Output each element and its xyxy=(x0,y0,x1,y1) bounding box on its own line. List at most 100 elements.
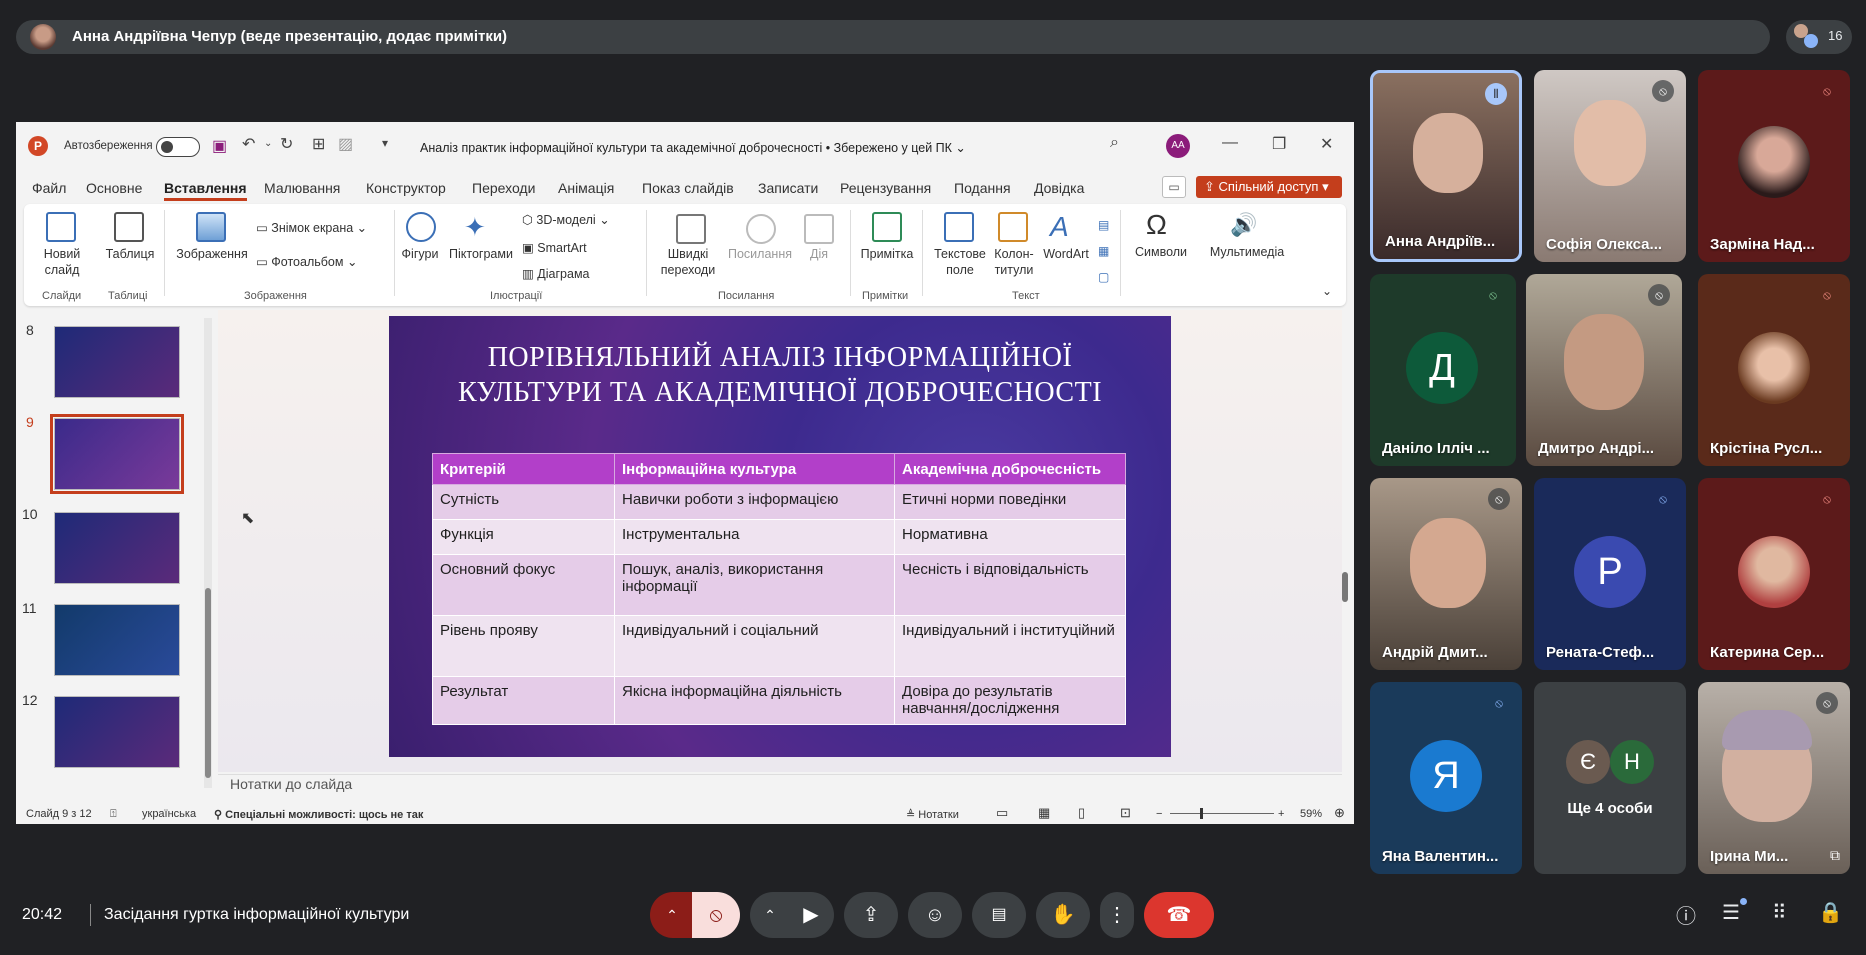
participant-tile[interactable]: ⦀ Анна Андріїв... xyxy=(1370,70,1522,262)
action-button[interactable]: Дія xyxy=(800,246,838,262)
raise-hand-icon[interactable]: ✋ xyxy=(1036,892,1090,938)
tab-insert[interactable]: Вставлення xyxy=(164,180,247,201)
normal-view-icon[interactable]: ▭ xyxy=(996,805,1008,821)
participant-tile[interactable]: Я ⦸ Яна Валентин... xyxy=(1370,682,1522,874)
tab-file[interactable]: Файл xyxy=(32,180,66,196)
participant-tile[interactable]: Д ⦸ Даніло Ілліч ... xyxy=(1370,274,1516,466)
comment-button[interactable]: Примітка xyxy=(856,246,918,262)
participant-tile[interactable]: ⦸ Ірина Ми... ⧉ xyxy=(1698,682,1850,874)
slide-title[interactable]: ПОРІВНЯЛЬНИЙ АНАЛІЗ ІНФОРМАЦІЙНОЇ КУЛЬТУ… xyxy=(430,340,1130,410)
thumbnail-scrollbar[interactable] xyxy=(204,318,212,788)
save-icon[interactable]: ▣ xyxy=(212,136,227,156)
participant-tile[interactable]: ⦸ Андрій Дмит... xyxy=(1370,478,1522,670)
tab-review[interactable]: Рецензування xyxy=(840,180,931,196)
symbols-button[interactable]: Символи xyxy=(1128,244,1194,260)
canvas-scrollbar[interactable] xyxy=(1340,310,1350,780)
meeting-details-icon[interactable]: ⓘ xyxy=(1676,900,1696,929)
audio-options-button[interactable]: ⌃ xyxy=(650,892,694,938)
smartart-button[interactable]: ▣ SmartArt xyxy=(522,240,587,256)
redo-icon[interactable]: ↻ xyxy=(280,134,293,154)
participant-tile[interactable]: Р ⦸ Рената-Стеф... xyxy=(1534,478,1686,670)
accessibility-status[interactable]: ⚲ Спеціальні можливості: щось не так xyxy=(214,808,423,821)
wordart-button[interactable]: WordArt xyxy=(1036,246,1096,262)
present-screen-icon[interactable]: ⇪ xyxy=(844,892,898,938)
tab-animations[interactable]: Анімація xyxy=(558,180,614,196)
icons-button[interactable]: Піктограми xyxy=(446,246,516,262)
fit-slide-icon[interactable]: ⊕ xyxy=(1334,805,1345,821)
captions-icon[interactable]: ▤ xyxy=(972,892,1026,938)
media-button[interactable]: Мультимедіа xyxy=(1202,244,1292,260)
more-options-icon[interactable]: ⋮ xyxy=(1100,892,1134,938)
search-icon[interactable]: ⌕ xyxy=(1110,134,1119,152)
spellcheck-icon[interactable]: ⍐ xyxy=(110,808,117,821)
table-button[interactable]: Таблиця xyxy=(102,246,158,262)
slide-thumbnail-9[interactable] xyxy=(50,414,184,494)
tab-help[interactable]: Довідка xyxy=(1034,180,1084,196)
activities-icon[interactable]: ⠿ xyxy=(1772,900,1787,925)
3d-models-button[interactable]: ⬡ 3D-моделі ⌄ xyxy=(522,212,610,228)
tab-transitions[interactable]: Переходи xyxy=(472,180,535,196)
zoom-level[interactable]: 59% xyxy=(1300,808,1322,820)
customize-toolbar-icon[interactable]: ▾ xyxy=(382,136,388,150)
tab-draw[interactable]: Малювання xyxy=(264,180,340,196)
host-controls-icon[interactable]: 🔒 xyxy=(1818,900,1843,925)
participant-tile[interactable]: ⦸ Крістіна Русл... xyxy=(1698,274,1850,466)
chart-button[interactable]: ▥ Діаграма xyxy=(522,266,590,282)
header-footer-button[interactable]: Колон- титули xyxy=(990,246,1038,278)
collapse-ribbon-icon[interactable]: ⌄ xyxy=(1322,284,1332,298)
zoom-slider[interactable] xyxy=(1170,808,1274,819)
slide-thumbnail-10[interactable] xyxy=(54,512,180,584)
comments-icon[interactable]: ▭ xyxy=(1162,176,1186,198)
undo-icon[interactable]: ↶ xyxy=(242,134,255,154)
emoji-icon[interactable]: ☺ xyxy=(908,892,962,938)
text-extras-icon[interactable]: ▤ ▦ ▢ xyxy=(1098,212,1109,290)
participant-tile[interactable]: ⦸ Дмитро Андрі... xyxy=(1526,274,1682,466)
quick-links-button[interactable]: Швидкі переходи xyxy=(652,246,724,278)
screenshot-button[interactable]: ▭ Знімок екрана ⌄ xyxy=(256,220,367,236)
close-icon[interactable]: ✕ xyxy=(1320,134,1333,154)
new-slide-button[interactable]: Новий слайд xyxy=(34,246,90,278)
more-participants-tile[interactable]: Є Н Ще 4 особи xyxy=(1534,682,1686,874)
zoom-in-icon[interactable]: + xyxy=(1278,808,1284,820)
autosave-toggle[interactable] xyxy=(156,137,200,157)
link-button[interactable]: Посилання xyxy=(724,246,796,262)
notes-button[interactable]: ≜ Нотатки xyxy=(906,808,959,821)
slideshow-view-icon[interactable]: ⊡ xyxy=(1120,805,1131,821)
leave-call-icon[interactable]: ☎ xyxy=(1144,892,1214,938)
tab-view[interactable]: Подання xyxy=(954,180,1011,196)
tab-record[interactable]: Записати xyxy=(758,180,818,196)
comparison-table[interactable]: Критерій Інформаційна культура Академічн… xyxy=(432,453,1126,725)
participant-tile[interactable]: ⦸ Зарміна Над... xyxy=(1698,70,1850,262)
reading-view-icon[interactable]: ▯ xyxy=(1078,805,1085,821)
chat-icon[interactable]: ☰ xyxy=(1722,900,1740,925)
present-icon[interactable]: ⊞ xyxy=(312,134,325,154)
microphone-off-icon[interactable]: ⦸ xyxy=(692,892,740,938)
language-label[interactable]: українська xyxy=(142,808,196,820)
photo-album-button[interactable]: ▭ Фотоальбом ⌄ xyxy=(256,254,357,270)
slide-thumbnail-11[interactable] xyxy=(54,604,180,676)
sorter-view-icon[interactable]: ▦ xyxy=(1038,805,1050,821)
pictures-button[interactable]: Зображення xyxy=(172,246,252,262)
notes-placeholder[interactable]: Нотатки до слайда xyxy=(230,776,352,792)
participant-tile[interactable]: ⦸ Катерина Сер... xyxy=(1698,478,1850,670)
tab-design[interactable]: Конструктор xyxy=(366,180,446,196)
image-icon[interactable]: ▨ xyxy=(338,134,353,154)
user-avatar[interactable]: AA xyxy=(1166,134,1190,158)
camera-icon[interactable]: ▶ xyxy=(788,892,834,938)
table-cell: Якісна інформаційна діяльність xyxy=(614,676,895,725)
participant-tile[interactable]: ⦸ Софія Олекса... xyxy=(1534,70,1686,262)
chevron-down-icon[interactable]: ⌄ xyxy=(264,138,272,149)
video-options-button[interactable]: ⌃ xyxy=(750,892,790,938)
tab-home[interactable]: Основне xyxy=(86,180,142,196)
zoom-out-icon[interactable]: − xyxy=(1156,808,1162,820)
shapes-button[interactable]: Фігури xyxy=(398,246,442,262)
tab-slideshow[interactable]: Показ слайдів xyxy=(642,180,734,196)
restore-icon[interactable]: ❐ xyxy=(1272,134,1286,154)
minimize-icon[interactable]: — xyxy=(1222,134,1238,152)
textbox-button[interactable]: Текстове поле xyxy=(930,246,990,278)
share-button[interactable]: ⇪ Спільний доступ ▾ xyxy=(1196,176,1342,198)
slide-thumbnail-12[interactable] xyxy=(54,696,180,768)
slide-thumbnail-8[interactable] xyxy=(54,326,180,398)
document-title[interactable]: Аналіз практик інформаційної культури та… xyxy=(420,140,966,155)
pin-icon[interactable]: ⧉ xyxy=(1830,847,1840,864)
